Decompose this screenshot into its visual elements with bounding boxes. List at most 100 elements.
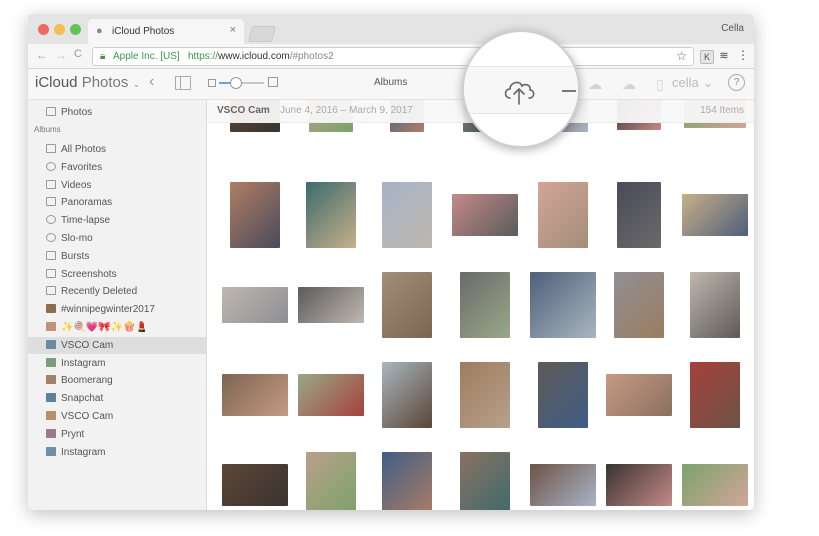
sidebar-item-album[interactable]: Panoramas — [28, 194, 206, 211]
photo-thumbnail[interactable] — [222, 374, 288, 416]
sidebar-item-album[interactable]: #winnipegwinter2017 — [28, 301, 206, 318]
tab-close-icon[interactable]: × — [230, 24, 236, 36]
photo-thumbnail[interactable] — [690, 272, 740, 338]
zoom-out-icon[interactable] — [208, 79, 216, 87]
sidebar-item-album[interactable]: Videos — [28, 177, 206, 194]
delete-icon[interactable]: ▯ — [656, 76, 664, 93]
sidebar-item-label: VSCO Cam — [61, 411, 114, 422]
photo-thumbnail[interactable] — [382, 452, 432, 510]
sidebar-item-label: Videos — [61, 179, 92, 191]
app-title[interactable]: iCloud Photos ⌄ — [35, 74, 140, 91]
photo-thumbnail[interactable] — [682, 194, 748, 236]
screenshot-icon — [46, 268, 56, 278]
layers-extension-icon[interactable]: ≋ — [718, 50, 730, 62]
album-thumbnail-icon — [46, 357, 56, 367]
tab-title: iCloud Photos — [112, 26, 175, 37]
photo-thumbnail[interactable] — [538, 182, 588, 248]
photo-thumbnail[interactable] — [222, 464, 288, 506]
photo-thumbnail[interactable] — [382, 272, 432, 338]
sidebar-item-album[interactable]: Instagram — [28, 444, 206, 461]
sidebar-item-album[interactable]: Bursts — [28, 248, 206, 265]
album-thumbnail-icon — [46, 446, 56, 456]
back-chevron-icon[interactable]: ‹ — [149, 73, 154, 91]
new-tab-button[interactable] — [247, 26, 277, 42]
sidebar-item-album[interactable]: Screenshots — [28, 266, 206, 283]
sidebar-item-album[interactable]: Favorites — [28, 159, 206, 176]
reload-icon[interactable]: C — [74, 48, 82, 60]
sidebar-item-album[interactable]: Time-lapse — [28, 212, 206, 229]
sidebar-item-album[interactable]: Slo-mo — [28, 230, 206, 247]
sidebar-item-album[interactable]: Prynt — [28, 426, 206, 443]
bookmark-star-icon[interactable]: ☆ — [676, 49, 687, 63]
tab-bar: ● iCloud Photos × Cella — [28, 14, 754, 44]
tab-icloud-photos[interactable]: ● iCloud Photos × — [88, 19, 244, 44]
chevron-down-icon: ⌄ — [132, 79, 141, 89]
upload-cloud-icon[interactable] — [501, 72, 537, 108]
photo-thumbnail[interactable] — [530, 464, 596, 506]
photo-thumbnail[interactable] — [382, 182, 432, 248]
sidebar-item-album[interactable]: ✨🍭💗🎀✨🍿💄 — [28, 319, 206, 336]
sidebar-item-album[interactable]: VSCO Cam — [28, 408, 206, 425]
album-item-count: 154 Items — [700, 105, 744, 116]
photo-thumbnail[interactable] — [538, 362, 588, 428]
help-icon[interactable]: ? — [728, 74, 745, 91]
sidebar-item-album[interactable]: Boomerang — [28, 372, 206, 389]
sidebar-item-label: Instagram — [61, 446, 106, 458]
extension-icon[interactable]: K — [700, 50, 714, 64]
photo-thumbnail[interactable] — [606, 464, 672, 506]
view-title: Albums — [374, 77, 408, 88]
photo-thumbnail[interactable] — [306, 182, 356, 248]
photo-thumbnail[interactable] — [298, 287, 364, 323]
upload-icon[interactable]: ☁ — [588, 76, 602, 93]
sidebar-item-album[interactable]: VSCO Cam — [28, 336, 206, 354]
sidebar-toggle-icon[interactable] — [175, 76, 191, 90]
photo-thumbnail[interactable] — [452, 194, 518, 236]
close-window-button[interactable] — [38, 24, 49, 35]
photo-thumbnail[interactable] — [606, 374, 672, 416]
sidebar-item-album[interactable]: All Photos — [28, 141, 206, 158]
download-icon[interactable]: ☁ — [622, 76, 636, 93]
photo-thumbnail[interactable] — [530, 272, 596, 338]
photo-thumbnail[interactable] — [614, 272, 664, 338]
photo-thumbnail[interactable] — [230, 182, 280, 248]
browser-menu-icon[interactable]: ⋮ — [737, 48, 749, 62]
browser-user-name[interactable]: Cella — [721, 23, 744, 34]
zoom-in-icon[interactable] — [268, 77, 278, 87]
forward-arrow-icon[interactable]: → — [55, 48, 67, 62]
photo-grid: VSCO Cam June 4, 2016 – March 9, 2017 15… — [207, 100, 754, 510]
photos-icon — [46, 107, 56, 116]
sidebar-item-label: All Photos — [61, 144, 107, 155]
minimize-window-button[interactable] — [54, 24, 65, 35]
account-menu[interactable]: cella ⌄ — [672, 75, 713, 91]
album-thumbnail-icon — [46, 304, 56, 314]
sidebar-item-album[interactable]: Recently Deleted — [28, 283, 206, 300]
photo-thumbnail[interactable] — [690, 362, 740, 428]
photo-thumbnail[interactable] — [460, 452, 510, 510]
slomo-icon — [46, 233, 56, 242]
back-arrow-icon[interactable]: ← — [36, 48, 48, 62]
album-thumbnail-icon — [46, 339, 56, 349]
sidebar-item-photos[interactable]: Photos — [28, 104, 206, 121]
photo-thumbnail[interactable] — [382, 362, 432, 428]
photo-thumbnail[interactable] — [306, 452, 356, 510]
zoom-slider-knob[interactable] — [230, 77, 242, 89]
sidebar-item-label: Time-lapse — [61, 215, 111, 227]
photo-thumbnail[interactable] — [617, 182, 661, 248]
url-hash: /#photos2 — [289, 51, 334, 62]
sidebar-item-album[interactable]: Instagram — [28, 355, 206, 372]
url-field[interactable]: 🔒︎ Apple Inc. [US] https://www.icloud.co… — [92, 47, 694, 66]
sidebar-item-label: Boomerang — [61, 375, 113, 387]
photo-thumbnail[interactable] — [682, 464, 748, 506]
maximize-window-button[interactable] — [70, 24, 81, 35]
album-thumbnail-icon — [46, 411, 56, 420]
photo-thumbnail[interactable] — [460, 272, 510, 338]
photo-thumbnail[interactable] — [298, 374, 364, 416]
photo-thumbnail[interactable] — [222, 287, 288, 323]
browser-window: ● iCloud Photos × Cella ← → C 🔒︎ Apple I… — [28, 14, 754, 510]
sidebar-item-label: Recently Deleted — [61, 286, 138, 298]
lock-icon: 🔒︎ — [100, 51, 106, 62]
photo-thumbnail[interactable] — [460, 362, 510, 428]
sidebar-item-label: ✨🍭💗🎀✨🍿💄 — [61, 322, 149, 333]
sidebar-item-album[interactable]: Snapchat — [28, 390, 206, 407]
secure-origin-label: Apple Inc. [US] — [113, 51, 180, 62]
